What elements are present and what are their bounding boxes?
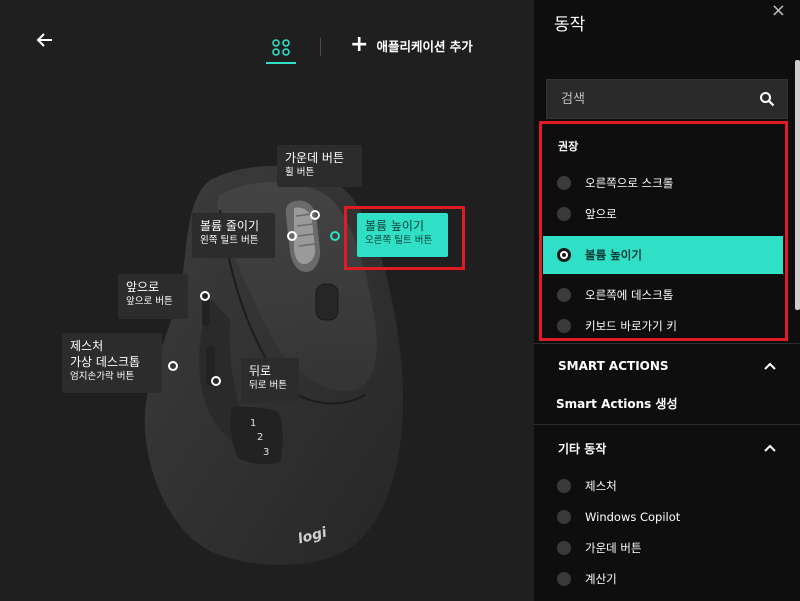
hotspot-forward[interactable] <box>200 291 210 301</box>
action-option[interactable]: 가운데 버튼 <box>534 533 800 563</box>
callout-subtitle: 뒤로 버튼 <box>249 380 287 391</box>
hotspot-volume-up[interactable] <box>330 231 340 241</box>
action-option-label: 제스처 <box>585 479 617 493</box>
callout-volume-up[interactable]: 볼륨 높이기 오른쪽 틸트 버튼 <box>357 213 448 257</box>
action-option-label: 볼륨 높이기 <box>585 248 642 262</box>
close-icon[interactable]: × <box>771 0 786 21</box>
action-option-selected[interactable]: 볼륨 높이기 <box>543 236 783 274</box>
callout-back[interactable]: 뒤로 뒤로 버튼 <box>241 358 299 403</box>
callout-title-2: 가상 데스크톱 <box>70 355 141 369</box>
panel-title: 동작 <box>554 15 586 35</box>
recommended-heading: 권장 <box>558 140 579 153</box>
add-application-button[interactable]: + 애플리케이션 추가 <box>350 32 473 57</box>
action-option[interactable]: 오른쪽으로 스크롤 <box>534 168 800 198</box>
plus-icon: + <box>350 32 369 57</box>
other-actions-section-toggle[interactable]: 기타 동작 <box>534 436 800 460</box>
radio-button[interactable] <box>557 319 571 333</box>
search-box <box>546 79 788 119</box>
chevron-up-icon[interactable] <box>764 362 776 370</box>
hotspot-gesture[interactable] <box>168 361 178 371</box>
smart-actions-section-toggle[interactable]: SMART ACTIONS <box>534 354 800 378</box>
mouse-number-1: 1 <box>250 418 256 429</box>
radio-button[interactable] <box>557 288 571 302</box>
mouse-number-2: 2 <box>257 432 263 443</box>
active-view-indicator <box>266 62 296 64</box>
radio-button[interactable] <box>557 541 571 555</box>
callout-title: 볼륨 높이기 <box>365 219 425 233</box>
create-smart-actions-link[interactable]: Smart Actions 생성 <box>556 395 678 412</box>
callout-subtitle: 오른쪽 틸트 버튼 <box>365 235 433 246</box>
action-option-label: 앞으로 <box>585 207 617 221</box>
action-option[interactable]: 키보드 바로가기 키 <box>534 311 800 341</box>
action-option[interactable]: 계산기 <box>534 564 800 594</box>
action-option-label: Windows Copilot <box>585 510 681 524</box>
callout-title: 가운데 버튼 <box>285 151 345 165</box>
search-input[interactable] <box>559 90 759 108</box>
callout-title: 볼륨 줄이기 <box>200 219 260 233</box>
divider <box>320 38 321 56</box>
callout-subtitle: 왼쪽 틸트 버튼 <box>200 235 259 246</box>
action-option[interactable]: 제스처 <box>534 471 800 501</box>
radio-button[interactable] <box>557 510 571 524</box>
chevron-up-icon[interactable] <box>764 444 776 452</box>
radio-button[interactable] <box>557 207 571 221</box>
smart-actions-heading: SMART ACTIONS <box>558 359 669 373</box>
action-option-label: 가운데 버튼 <box>585 541 642 555</box>
grid-view-icon[interactable] <box>266 32 296 64</box>
callout-subtitle: 앞으로 버튼 <box>126 296 173 307</box>
callout-subtitle: 휠 버튼 <box>285 167 315 178</box>
action-option-label: 오른쪽으로 스크롤 <box>585 176 674 190</box>
mouse-number-3: 3 <box>263 447 269 458</box>
action-option[interactable]: 앞으로 <box>534 199 800 229</box>
callout-title: 뒤로 <box>249 364 272 378</box>
back-arrow-icon[interactable] <box>36 32 58 52</box>
action-option-label: 오른쪽에 데스크톱 <box>585 288 674 302</box>
hotspot-volume-down[interactable] <box>287 231 297 241</box>
callout-subtitle: 엄지손가락 버튼 <box>70 371 135 382</box>
action-option[interactable]: Windows Copilot <box>534 502 800 532</box>
hotspot-back[interactable] <box>211 376 221 386</box>
actions-panel: 동작 × 권장 오른쪽으로 스크롤 앞으로 볼륨 높이기 오른쪽에 데스크톱 키… <box>534 0 800 601</box>
divider <box>534 424 800 425</box>
action-option-label: 키보드 바로가기 키 <box>585 319 677 333</box>
callout-volume-down[interactable]: 볼륨 줄이기 왼쪽 틸트 버튼 <box>192 213 275 258</box>
action-option-label: 계산기 <box>585 572 617 586</box>
add-application-label: 애플리케이션 추가 <box>376 38 473 54</box>
device-view: + 애플리케이션 추가 1 2 3 logi 가운데 버튼 휠 버튼 볼륨 줄이… <box>0 0 534 601</box>
radio-button[interactable] <box>557 176 571 190</box>
callout-forward[interactable]: 앞으로 앞으로 버튼 <box>118 274 188 319</box>
callout-title: 제스처 <box>70 339 104 353</box>
divider <box>534 343 800 344</box>
action-option[interactable]: 오른쪽에 데스크톱 <box>534 280 800 310</box>
callout-gesture[interactable]: 제스처 가상 데스크톱 엄지손가락 버튼 <box>62 333 162 393</box>
radio-button[interactable] <box>557 572 571 586</box>
radio-button[interactable] <box>557 479 571 493</box>
other-actions-heading: 기타 동작 <box>558 441 607 456</box>
hotspot-middle-button[interactable] <box>310 210 320 220</box>
search-icon[interactable] <box>759 91 775 107</box>
callout-title: 앞으로 <box>126 280 160 294</box>
radio-button-checked[interactable] <box>557 248 571 262</box>
callout-middle-button[interactable]: 가운데 버튼 휠 버튼 <box>277 145 362 187</box>
